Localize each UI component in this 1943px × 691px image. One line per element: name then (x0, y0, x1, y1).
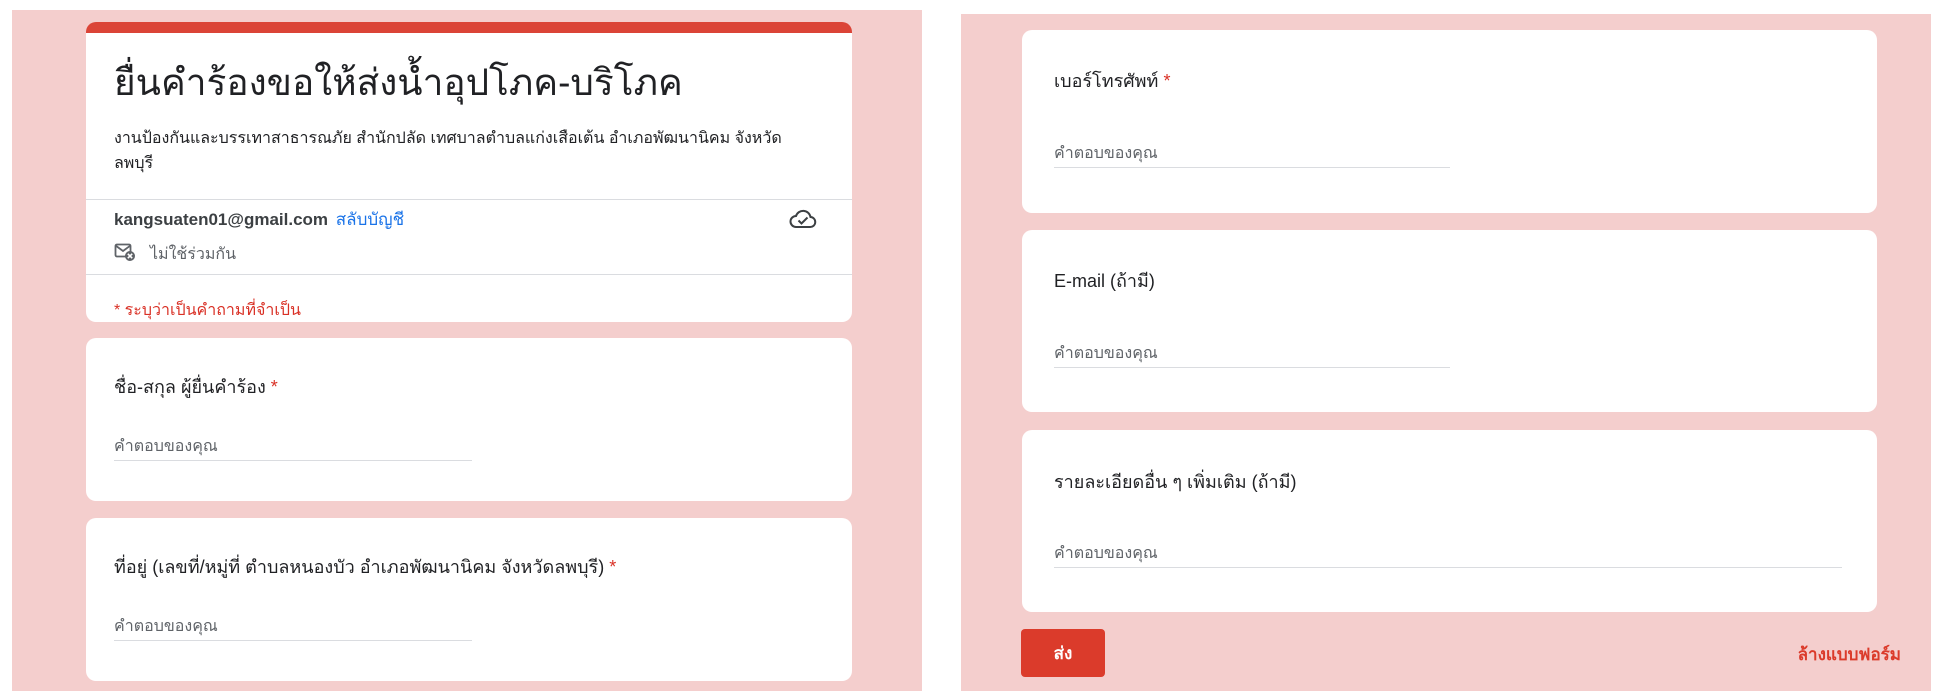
details-input[interactable] (1054, 541, 1842, 568)
question-label-details: รายละเอียดอื่น ๆ เพิ่มเติม (ถ้ามี) (1054, 472, 1297, 492)
form-title: ยื่นคำร้องขอให้ส่งน้ำอุปโภค-บริโภค (114, 62, 683, 103)
submit-button[interactable]: ส่ง (1021, 629, 1105, 677)
switch-account-link[interactable]: สลับบัญชี (336, 210, 404, 229)
right-form-panel: เบอร์โทรศัพท์ * E-mail (ถ้ามี) รายละเอีย… (961, 14, 1931, 691)
required-note: * ระบุว่าเป็นคำถามที่จำเป็น (114, 302, 301, 319)
clear-form-link[interactable]: ล้างแบบฟอร์ม (1798, 641, 1901, 668)
name-input[interactable] (114, 434, 472, 461)
form-description: งานป้องกันและบรรเทาสาธารณภัย สำนักปลัด เ… (114, 130, 782, 172)
question-label-email: E-mail (ถ้ามี) (1054, 271, 1155, 291)
required-asterisk: * (609, 557, 617, 577)
phone-input[interactable] (1054, 141, 1450, 168)
question-card-name: ชื่อ-สกุล ผู้ยื่นคำร้อง * (86, 338, 852, 501)
question-label-name: ชื่อ-สกุล ผู้ยื่นคำร้อง * (114, 377, 278, 397)
question-card-details: รายละเอียดอื่น ๆ เพิ่มเติม (ถ้ามี) (1022, 430, 1877, 612)
question-label-address: ที่อยู่ (เลขที่/หมู่ที่ ตำบลหนองบัว อำเภ… (114, 557, 617, 577)
mail-off-icon (114, 242, 136, 267)
required-asterisk: * (270, 377, 278, 397)
question-card-address: ที่อยู่ (เลขที่/หมู่ที่ ตำบลหนองบัว อำเภ… (86, 518, 852, 681)
header-divider-2 (86, 274, 852, 275)
form-header-card: ยื่นคำร้องขอให้ส่งน้ำอุปโภค-บริโภค งานป้… (86, 22, 852, 322)
left-form-panel: ยื่นคำร้องขอให้ส่งน้ำอุปโภค-บริโภค งานป้… (12, 10, 922, 691)
account-email: kangsuaten01@gmail.com (114, 210, 329, 229)
address-input[interactable] (114, 614, 472, 641)
header-divider (86, 199, 852, 200)
question-label-phone: เบอร์โทรศัพท์ * (1054, 71, 1171, 91)
cloud-check-icon (789, 207, 817, 231)
question-card-email: E-mail (ถ้ามี) (1022, 230, 1877, 412)
not-shared-status: ไม่ใช้ร่วมกัน (114, 242, 236, 267)
question-card-phone: เบอร์โทรศัพท์ * (1022, 30, 1877, 213)
account-info: kangsuaten01@gmail.com สลับบัญชี (114, 206, 404, 233)
required-asterisk: * (1163, 71, 1171, 91)
email-input[interactable] (1054, 341, 1450, 368)
not-shared-label: ไม่ใช้ร่วมกัน (150, 246, 237, 263)
